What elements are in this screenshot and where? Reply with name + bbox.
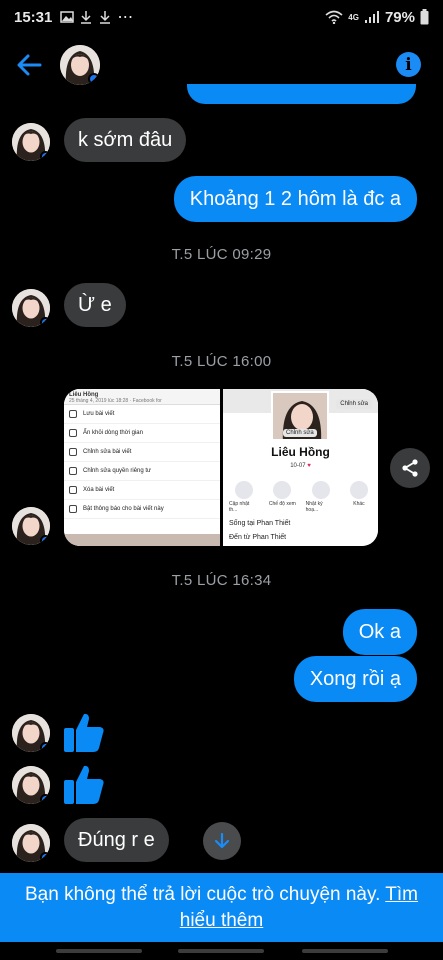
active-status-dot — [40, 151, 50, 161]
message-bubble-outgoing — [187, 84, 416, 104]
active-status-dot — [40, 317, 50, 327]
action-more: Khác — [344, 481, 374, 513]
download-icon — [100, 11, 111, 24]
active-status-dot — [88, 73, 100, 85]
from-location: Đến từ Phan Thiết — [229, 534, 287, 541]
profile-name: Liêu Hồng — [271, 445, 330, 459]
active-status-dot — [40, 794, 50, 804]
download-icon — [81, 11, 92, 24]
nav-recents-button[interactable] — [56, 949, 142, 953]
more-notifications-icon: ⋯ — [117, 9, 134, 26]
bell-icon — [69, 505, 77, 513]
share-icon — [402, 459, 418, 477]
people-icon — [69, 467, 77, 475]
back-arrow-icon[interactable] — [14, 50, 44, 80]
nav-back-button[interactable] — [302, 949, 388, 953]
contact-avatar — [12, 714, 50, 752]
cannot-reply-banner: Bạn không thể trả lời cuộc trò chuyện nà… — [0, 873, 443, 942]
post-photo — [64, 534, 220, 546]
thumbs-up-icon[interactable] — [62, 762, 106, 806]
message-bubble-outgoing[interactable]: Khoảng 1 2 hôm là đc a — [173, 176, 417, 222]
screenshot-profile: Chỉnh sửa Chỉnh sửa Liêu Hồng 10-07 ♥ Cậ… — [223, 389, 378, 546]
status-bar: 15:31 ⋯ 4G 79% — [0, 0, 443, 34]
action-update-info: Cập nhật th... — [229, 481, 259, 513]
eye-icon — [273, 481, 292, 499]
wifi-icon — [325, 10, 343, 24]
banner-text: Bạn không thể trả lời cuộc trò chuyện nà… — [24, 884, 386, 905]
message-bubble-outgoing[interactable]: Ok a — [342, 609, 417, 655]
message-bubble-outgoing[interactable]: Xong rồi ạ — [293, 656, 417, 702]
lives-in: Sống tại Phan Thiết — [229, 520, 291, 527]
message-bubble-incoming[interactable]: Ừ e — [64, 283, 126, 327]
network-type: 4G — [348, 12, 359, 22]
info-icon[interactable]: i — [396, 52, 421, 77]
contact-avatar — [12, 507, 50, 545]
profile-actions: Cập nhật th... Chế độ xem Nhật ký hoạ...… — [229, 481, 374, 513]
menu-item-edit-post: Chỉnh sửa bài viết — [64, 443, 220, 462]
signal-icon — [364, 11, 379, 23]
hide-icon — [69, 429, 77, 437]
contact-avatar[interactable] — [60, 45, 100, 85]
more-icon — [349, 481, 368, 499]
notification-icons: ⋯ — [60, 7, 133, 27]
message-bubble-incoming[interactable]: k sớm đâu — [64, 118, 187, 162]
post-date: 25 tháng 4, 2019 lúc 18:28 · Facebook fo… — [69, 398, 162, 404]
menu-item-edit-privacy: Chỉnh sửa quyền riêng tư — [64, 462, 220, 481]
contact-avatar — [12, 123, 50, 161]
arrow-down-icon — [214, 832, 230, 849]
menu-item-notifications: Bật thông báo cho bài viết này — [64, 500, 220, 519]
menu-item-delete-post: Xóa bài viết — [64, 481, 220, 500]
contact-avatar — [12, 766, 50, 804]
screenshot-post-menu: Liêu Hồng 25 tháng 4, 2019 lúc 18:28 · F… — [64, 389, 220, 546]
profile-subtitle: 10-07 ♥ — [290, 463, 311, 469]
menu-item-hide-post: Ẩn khỏi dòng thời gian — [64, 424, 220, 443]
timestamp: T.5 LÚC 16:34 — [171, 572, 272, 589]
menu-item-save-post: Lưu bài viết — [64, 405, 220, 424]
share-button[interactable] — [390, 448, 430, 488]
timestamp: T.5 LÚC 09:29 — [171, 246, 272, 263]
edit-photo-label: Chỉnh sửa — [283, 429, 317, 437]
battery-icon — [420, 9, 429, 25]
active-status-dot — [40, 852, 50, 862]
thumbs-up-icon[interactable] — [62, 710, 106, 754]
bookmark-icon — [69, 410, 77, 418]
nav-home-button[interactable] — [178, 949, 264, 953]
edit-cover-label: Chỉnh sửa — [336, 399, 372, 409]
shared-image-attachment[interactable]: Liêu Hồng 25 tháng 4, 2019 lúc 18:28 · F… — [64, 389, 378, 546]
status-time: 15:31 — [14, 8, 53, 26]
profile-info: Sống tại Phan Thiết Đến từ Phan Thiết — [229, 517, 290, 545]
action-activity-log: Nhật ký hoạ... — [306, 481, 336, 513]
post-header: Liêu Hồng 25 tháng 4, 2019 lúc 18:28 · F… — [64, 389, 220, 405]
list-icon — [311, 481, 330, 499]
message-bubble-incoming[interactable]: Đúng r e — [64, 818, 169, 862]
active-status-dot — [40, 535, 50, 545]
system-navigation-bar — [0, 942, 443, 960]
battery-percent: 79% — [384, 8, 415, 26]
pencil-icon — [69, 448, 77, 456]
contact-avatar — [12, 824, 50, 862]
pencil-icon — [235, 481, 253, 499]
timestamp: T.5 LÚC 16:00 — [171, 353, 272, 370]
profile-photo: Chỉnh sửa — [271, 391, 329, 441]
gallery-icon — [60, 11, 75, 23]
scroll-to-bottom-button[interactable] — [203, 822, 241, 860]
trash-icon — [69, 486, 77, 494]
active-status-dot — [40, 742, 50, 752]
contact-avatar — [12, 289, 50, 327]
action-view-as: Chế độ xem — [267, 481, 297, 513]
